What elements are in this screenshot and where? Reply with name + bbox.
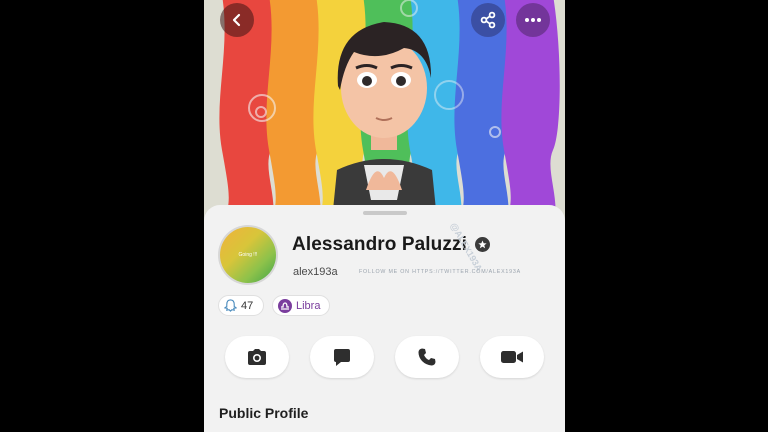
video-call-button[interactable] xyxy=(480,336,544,378)
call-button[interactable] xyxy=(395,336,459,378)
avatar-label: Going !!! xyxy=(238,252,258,258)
share-button[interactable] xyxy=(471,3,505,37)
ghost-icon xyxy=(224,299,237,312)
bitmoji-background xyxy=(204,0,565,220)
profile-avatar[interactable]: Going !!! xyxy=(218,225,278,285)
back-button[interactable] xyxy=(220,3,254,37)
display-name: Alessandro Paluzzi xyxy=(292,234,467,255)
public-profile-heading: Public Profile xyxy=(219,405,309,421)
watermark-horizontal: FOLLOW ME ON HTTPS://TWITTER.COM/ALEX193… xyxy=(359,269,522,275)
zodiac-label: Libra xyxy=(296,299,321,312)
snapscore-value: 47 xyxy=(241,299,254,312)
rainbow-illustration xyxy=(219,0,560,220)
video-icon xyxy=(501,351,523,363)
profile-screen: Going !!! Alessandro Paluzzi @ALEX193A a… xyxy=(204,0,565,432)
share-icon xyxy=(480,11,496,29)
username: alex193a xyxy=(293,266,338,278)
chat-icon xyxy=(334,349,350,366)
profile-sheet: Going !!! Alessandro Paluzzi @ALEX193A a… xyxy=(204,205,565,432)
more-dots-icon xyxy=(525,18,541,22)
phone-icon xyxy=(418,348,436,366)
chevron-left-icon xyxy=(232,13,241,27)
camera-icon xyxy=(248,349,266,365)
avatar-image: Going !!! xyxy=(220,227,276,283)
more-options-button[interactable] xyxy=(516,3,550,37)
drag-handle[interactable] xyxy=(363,211,407,215)
chat-button[interactable] xyxy=(310,336,374,378)
zodiac-badge[interactable]: Libra xyxy=(272,295,330,316)
snapscore-badge[interactable]: 47 xyxy=(218,295,264,316)
camera-button[interactable] xyxy=(225,336,289,378)
libra-icon xyxy=(278,298,292,313)
verified-badge-icon xyxy=(475,237,490,252)
